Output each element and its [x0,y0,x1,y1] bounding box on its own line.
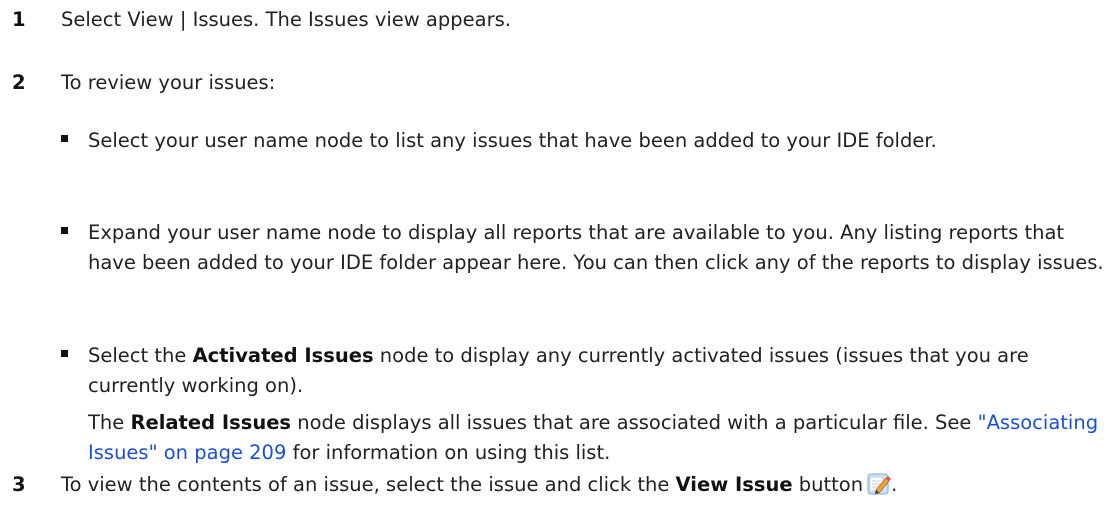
list-item-text: Select the Activated Issues node to disp… [88,341,1108,401]
step-text: Select View | Issues. The Issues view ap… [61,8,511,31]
text-run: for information on using this list. [286,441,611,464]
document-page: { "steps": [ { "number": "1", "text": "S… [0,0,1110,510]
text-run: button [792,473,864,496]
step-number: 2 [12,71,26,94]
bullet-marker [61,227,68,234]
step-number: 3 [12,473,26,496]
step-number: 1 [12,8,26,31]
text-run: To view the contents of an issue, select… [61,473,676,496]
text-run: The [88,411,131,434]
bold-term: Related Issues [130,411,292,434]
bold-term: View Issue [675,473,793,496]
bullet-marker [61,350,68,357]
list-item-text: Expand your user name node to display al… [88,221,1104,274]
text-run: Select the [88,344,193,367]
list-item-text: Select your user name node to list any i… [88,129,937,152]
bold-term: Activated Issues [192,344,374,367]
step-text: To view the contents of an issue, select… [61,473,897,496]
text-run: . [891,473,898,496]
edit-pencil-icon [867,473,892,495]
note-paragraph: The Related Issues node displays all iss… [88,408,1108,468]
step-text: To review your issues: [61,71,276,94]
text-run: node displays all issues that are associ… [291,411,978,434]
bullet-marker [61,135,68,142]
